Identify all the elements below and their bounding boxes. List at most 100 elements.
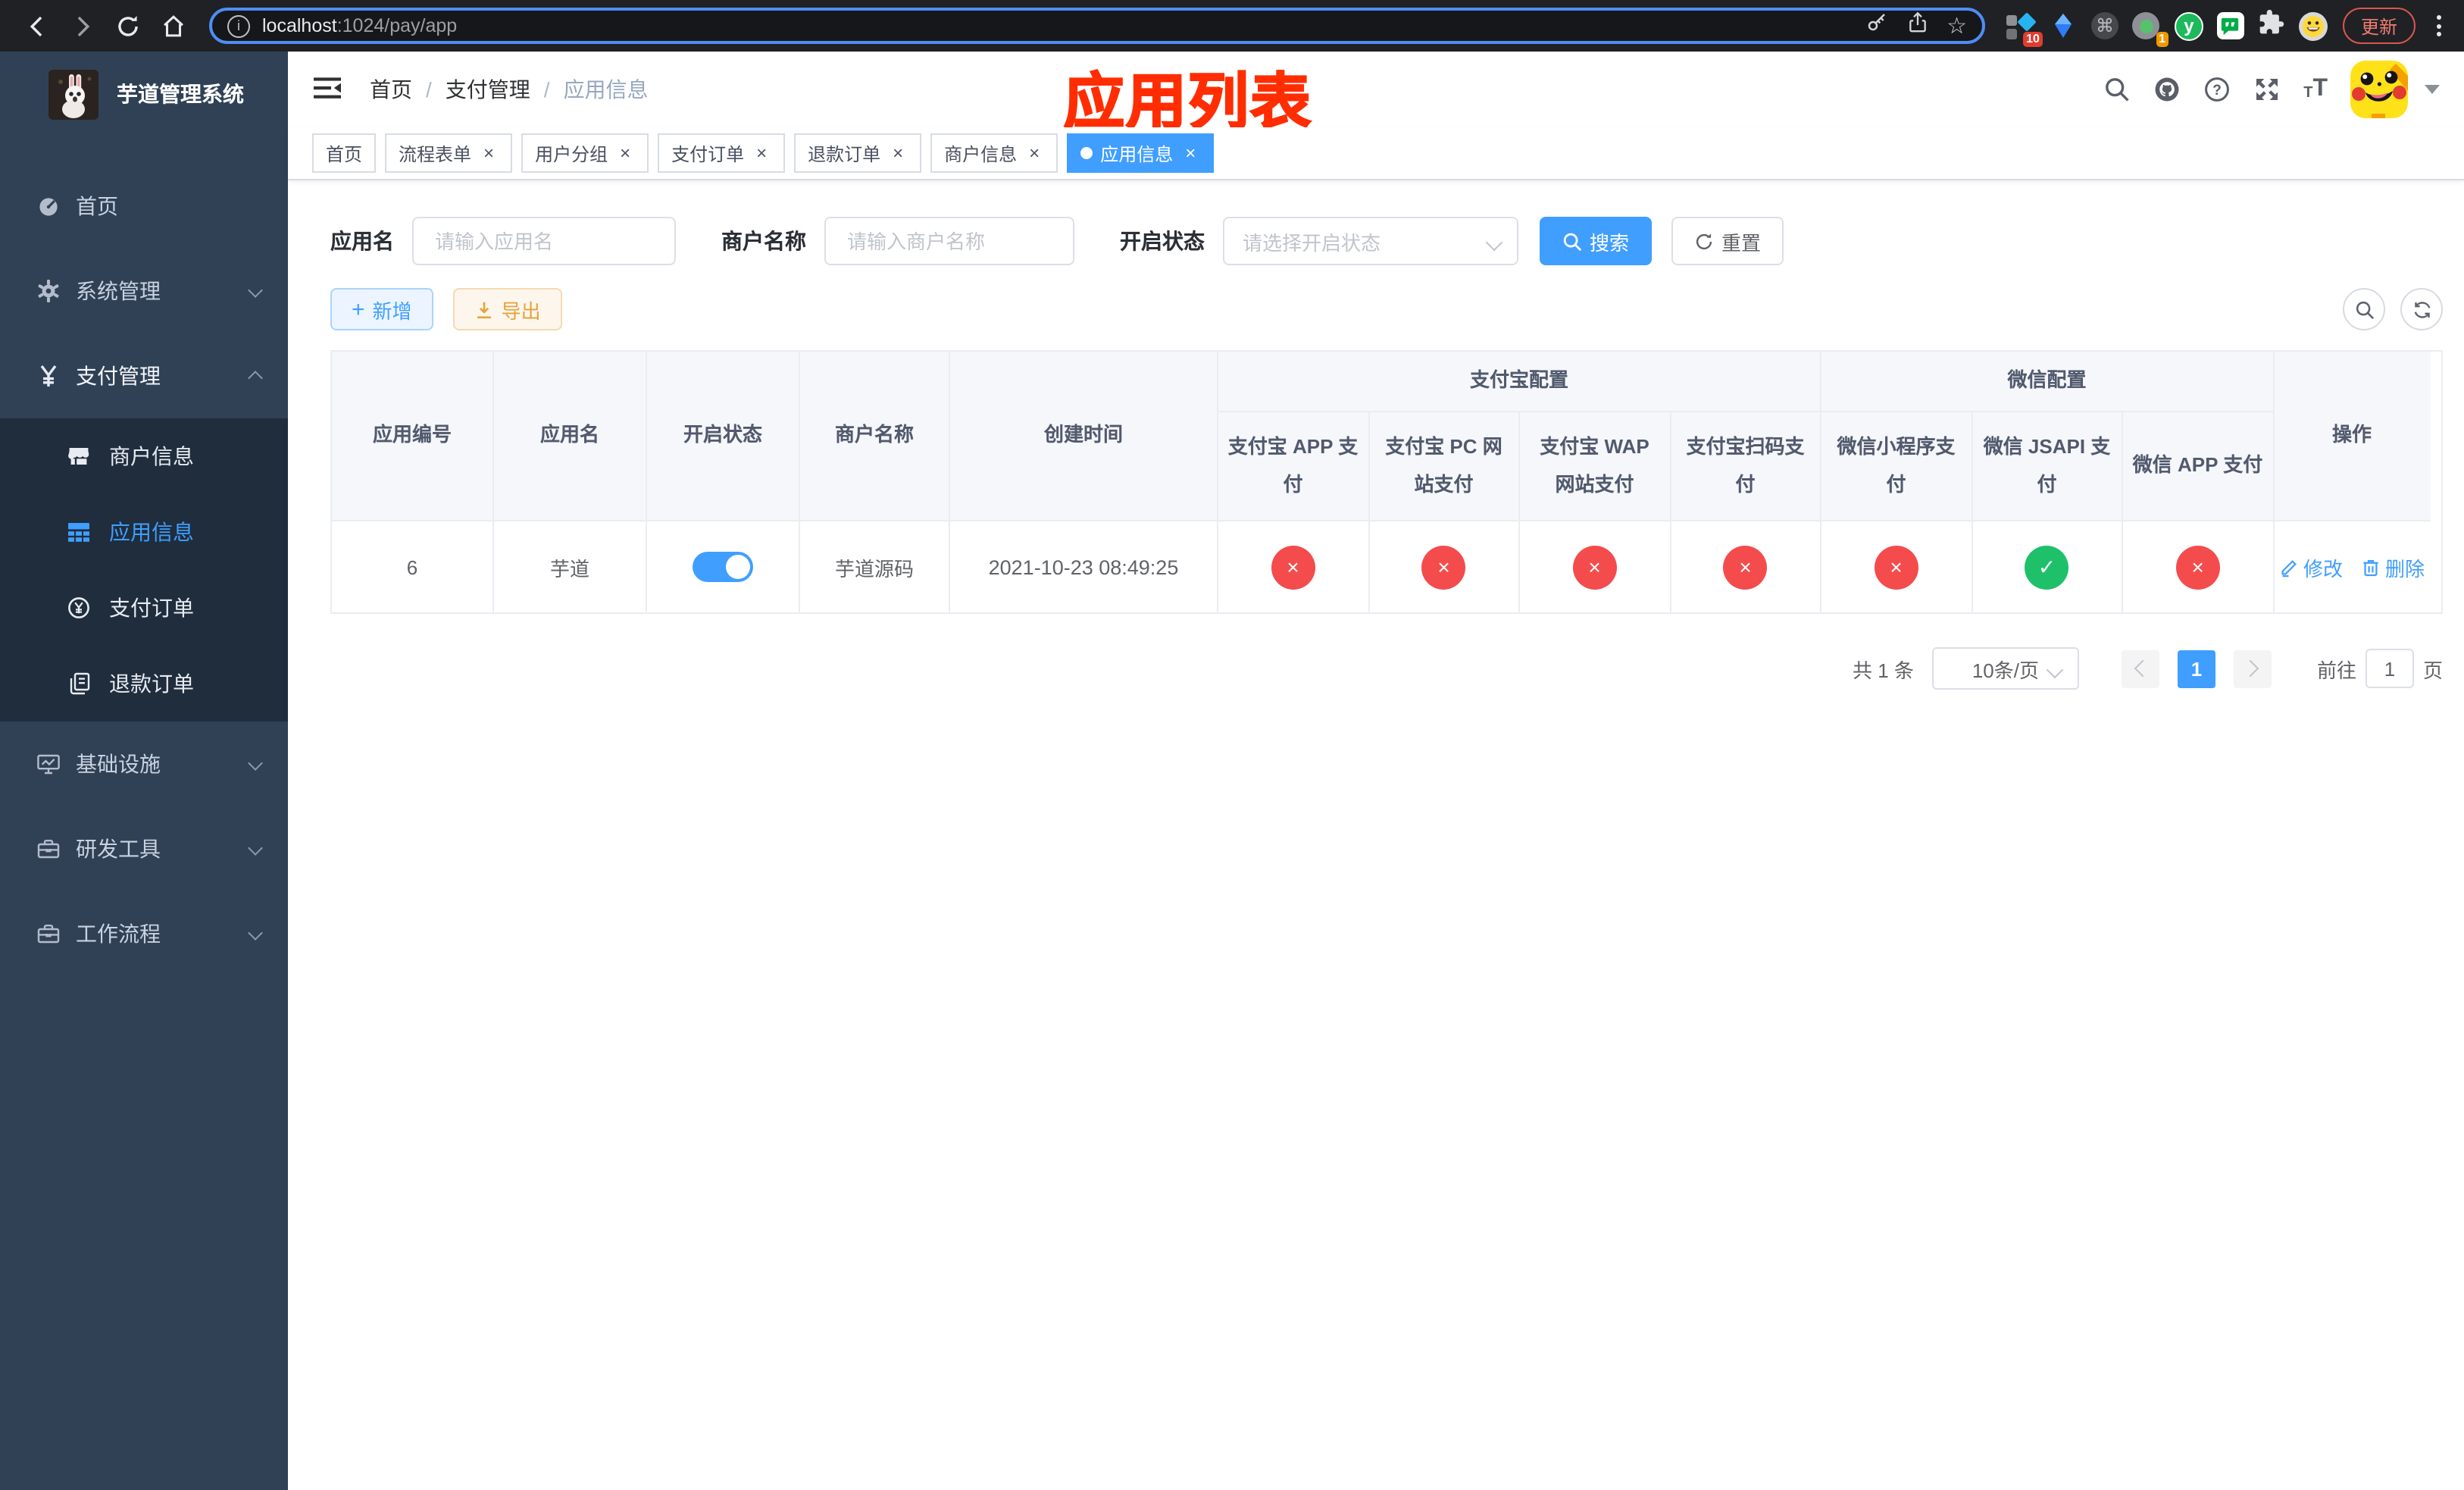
sidebar-item-merchant-info[interactable]: 商户信息 bbox=[0, 418, 288, 494]
app-name-label: 应用名 bbox=[330, 229, 394, 253]
next-page-button[interactable] bbox=[2233, 650, 2272, 687]
tab-user-group[interactable]: 用户分组 × bbox=[521, 133, 649, 173]
cross-icon: × bbox=[1421, 545, 1466, 589]
prev-page-button[interactable] bbox=[2121, 650, 2159, 687]
search-button[interactable]: 搜索 bbox=[1540, 217, 1653, 265]
add-button[interactable]: + 新增 bbox=[330, 288, 433, 330]
tab-merchant-info[interactable]: 商户信息 × bbox=[930, 133, 1058, 173]
sidebar-item-home[interactable]: 首页 bbox=[0, 164, 288, 249]
extension-chat-icon[interactable] bbox=[2216, 12, 2244, 39]
help-icon[interactable]: ? bbox=[2203, 76, 2231, 103]
col-header-app-id: 应用编号 bbox=[332, 352, 494, 521]
sidebar-menu: 首页 系统管理 支付管理 商户信息 应用信息 支付订单 退款订单 基础设施 研发… bbox=[0, 164, 288, 976]
font-size-icon[interactable]: TT bbox=[2303, 77, 2328, 102]
status-select[interactable]: 请选择开启状态 bbox=[1223, 217, 1518, 265]
profile-emoji-icon[interactable] bbox=[2298, 11, 2328, 40]
delete-link[interactable]: 删除 bbox=[2361, 552, 2425, 581]
sidebar-item-refund-order[interactable]: 退款订单 bbox=[0, 646, 288, 722]
forward-icon[interactable] bbox=[61, 5, 103, 47]
sidebar-item-dev-tools[interactable]: 研发工具 bbox=[0, 806, 288, 891]
close-icon[interactable]: × bbox=[479, 144, 499, 162]
reset-button[interactable]: 重置 bbox=[1671, 217, 1784, 265]
sidebar-item-label: 支付订单 bbox=[109, 596, 194, 620]
col-header-wechat-app: 微信 APP 支付 bbox=[2123, 412, 2274, 521]
close-icon[interactable]: × bbox=[1180, 144, 1200, 162]
sidebar-item-app-info[interactable]: 应用信息 bbox=[0, 494, 288, 570]
app-name-input-wrap bbox=[412, 217, 676, 265]
page-content: 应用名 商户名称 开启状态 请选择开启状态 搜索 重置 bbox=[288, 180, 2464, 1490]
breadcrumb-home[interactable]: 首页 bbox=[370, 74, 432, 105]
app-title: 芋道管理系统 bbox=[117, 82, 244, 106]
site-info-icon[interactable]: i bbox=[227, 14, 250, 37]
close-icon[interactable]: × bbox=[888, 144, 908, 162]
extension-badge: 10 bbox=[2023, 31, 2043, 46]
col-header-merchant: 商户名称 bbox=[800, 352, 950, 521]
share-icon[interactable] bbox=[1906, 11, 1928, 41]
home-icon[interactable] bbox=[152, 5, 194, 47]
page-number-button[interactable]: 1 bbox=[2177, 650, 2215, 687]
page-size-select[interactable]: 10条/页 bbox=[1931, 647, 2079, 690]
collapse-sidebar-icon[interactable] bbox=[312, 73, 346, 106]
url-text[interactable]: localhost:1024/pay/app bbox=[262, 15, 457, 36]
browser-update-button[interactable]: 更新 bbox=[2342, 8, 2416, 44]
group-header-wechat: 微信配置 bbox=[1821, 352, 2274, 412]
toggle-search-button[interactable] bbox=[2343, 288, 2385, 330]
export-button[interactable]: 导出 bbox=[452, 288, 562, 330]
logo-rabbit-image bbox=[48, 69, 98, 119]
refresh-button[interactable] bbox=[2400, 288, 2443, 330]
extension-recorder-icon[interactable]: 1 bbox=[2132, 11, 2169, 46]
avatar[interactable] bbox=[2350, 61, 2408, 118]
active-dot-icon bbox=[1080, 147, 1093, 159]
search-icon[interactable] bbox=[2103, 76, 2131, 103]
chevron-down-icon[interactable] bbox=[2425, 85, 2440, 94]
sidebar-item-label: 支付管理 bbox=[76, 364, 161, 388]
sidebar-item-label: 应用信息 bbox=[109, 520, 194, 544]
sidebar-item-label: 基础设施 bbox=[76, 752, 161, 776]
col-header-wechat-jsapi: 微信 JSAPI 支付 bbox=[1972, 412, 2123, 521]
extension-kite-icon[interactable] bbox=[2049, 11, 2078, 40]
sidebar-item-system[interactable]: 系统管理 bbox=[0, 249, 288, 333]
sidebar-item-infrastructure[interactable]: 基础设施 bbox=[0, 722, 288, 806]
goto-page-input[interactable] bbox=[2365, 649, 2414, 688]
extension-command-icon[interactable]: ⌘ bbox=[2090, 12, 2118, 39]
tab-process-form[interactable]: 流程表单 × bbox=[385, 133, 513, 173]
cell-wechat-app: × bbox=[2123, 521, 2274, 612]
breadcrumb-payment[interactable]: 支付管理 bbox=[446, 74, 550, 105]
browser-menu-icon[interactable] bbox=[2428, 15, 2449, 36]
tab-refund-order[interactable]: 退款订单 × bbox=[794, 133, 922, 173]
reload-icon[interactable] bbox=[106, 5, 149, 47]
tab-app-info[interactable]: 应用信息 × bbox=[1067, 133, 1215, 173]
tab-home[interactable]: 首页 bbox=[312, 133, 377, 173]
screen: i localhost:1024/pay/app 10 ⌘ bbox=[0, 0, 2464, 1490]
plus-icon: + bbox=[352, 296, 365, 322]
close-icon[interactable]: × bbox=[615, 144, 635, 162]
github-icon[interactable] bbox=[2153, 76, 2181, 103]
close-icon[interactable]: × bbox=[1024, 144, 1044, 162]
chevron-down-icon bbox=[248, 925, 263, 940]
merchant-name-input[interactable] bbox=[844, 228, 1055, 254]
col-header-alipay-qr: 支付宝扫码支付 bbox=[1671, 412, 1821, 521]
cell-status bbox=[647, 521, 800, 612]
sidebar-item-payment[interactable]: 支付管理 bbox=[0, 333, 288, 418]
tab-pay-order[interactable]: 支付订单 × bbox=[658, 133, 786, 173]
fullscreen-icon[interactable] bbox=[2253, 76, 2281, 103]
back-icon[interactable] bbox=[15, 5, 58, 47]
address-bar[interactable]: i localhost:1024/pay/app bbox=[209, 8, 1985, 44]
app-name-input[interactable] bbox=[432, 228, 656, 254]
sidebar-item-pay-order[interactable]: 支付订单 bbox=[0, 570, 288, 646]
extension-devtools-icon[interactable]: 10 bbox=[2006, 11, 2043, 46]
extension-badge: 1 bbox=[2156, 31, 2169, 46]
sidebar-item-workflow[interactable]: 工作流程 bbox=[0, 891, 288, 976]
bookmark-star-icon[interactable] bbox=[1946, 11, 1967, 40]
extensions-puzzle-icon[interactable] bbox=[2258, 8, 2285, 43]
extension-y-icon[interactable]: y bbox=[2174, 11, 2203, 40]
sidebar-logo[interactable]: 芋道管理系统 bbox=[0, 52, 288, 136]
edit-link[interactable]: 修改 bbox=[2279, 552, 2343, 581]
cell-alipay-app: × bbox=[1218, 521, 1369, 612]
col-header-alipay-wap: 支付宝 WAP 网站支付 bbox=[1520, 412, 1671, 521]
store-icon bbox=[67, 444, 91, 468]
status-toggle[interactable] bbox=[693, 552, 753, 582]
close-icon[interactable]: × bbox=[752, 144, 771, 162]
password-key-icon[interactable] bbox=[1865, 11, 1887, 41]
chevron-up-icon bbox=[248, 371, 263, 386]
